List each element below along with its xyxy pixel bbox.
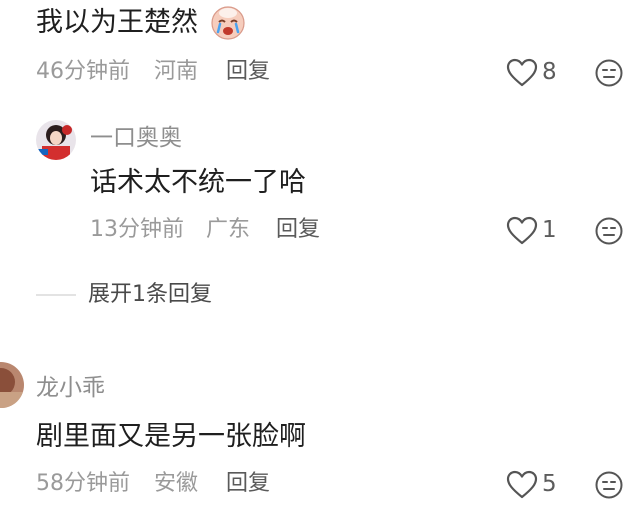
crying-face-icon bbox=[210, 5, 246, 41]
comment-1-like-count: 8 bbox=[542, 59, 557, 85]
reply-1-username[interactable]: 一口奥奥 bbox=[90, 124, 182, 152]
heart-icon[interactable] bbox=[506, 58, 538, 88]
comment-2-username[interactable]: 龙小乖 bbox=[36, 374, 105, 402]
reply-1-text: 话术太不统一了哈 bbox=[90, 167, 306, 198]
avatar[interactable] bbox=[0, 362, 24, 408]
comment-2-reply-button[interactable]: 回复 bbox=[226, 470, 270, 498]
comment-2-time: 58分钟前 bbox=[36, 471, 130, 496]
reply-1-location: 广东 bbox=[206, 217, 251, 242]
dislike-face-icon[interactable] bbox=[594, 216, 624, 246]
expand-replies-button[interactable]: 展开1条回复 bbox=[88, 281, 212, 309]
comment-2-text: 剧里面又是另一张脸啊 bbox=[36, 421, 306, 452]
dislike-face-icon[interactable] bbox=[594, 470, 624, 500]
dislike-face-icon[interactable] bbox=[594, 58, 624, 88]
reply-1-like-count: 1 bbox=[542, 217, 557, 243]
comment-1-location: 河南 bbox=[154, 59, 199, 84]
avatar[interactable] bbox=[36, 120, 76, 160]
comment-1-time: 46分钟前 bbox=[36, 59, 130, 84]
comment-1-reply-button[interactable]: 回复 bbox=[226, 58, 270, 86]
reply-1-time: 13分钟前 bbox=[90, 217, 184, 242]
reply-1-reply-button[interactable]: 回复 bbox=[276, 216, 320, 244]
comment-2-location: 安徽 bbox=[154, 471, 199, 496]
comment-2-like-count: 5 bbox=[542, 471, 557, 497]
comment-1-text: 我以为王楚然 bbox=[36, 7, 198, 38]
heart-icon[interactable] bbox=[506, 470, 538, 500]
heart-icon[interactable] bbox=[506, 216, 538, 246]
expand-divider bbox=[36, 294, 76, 296]
